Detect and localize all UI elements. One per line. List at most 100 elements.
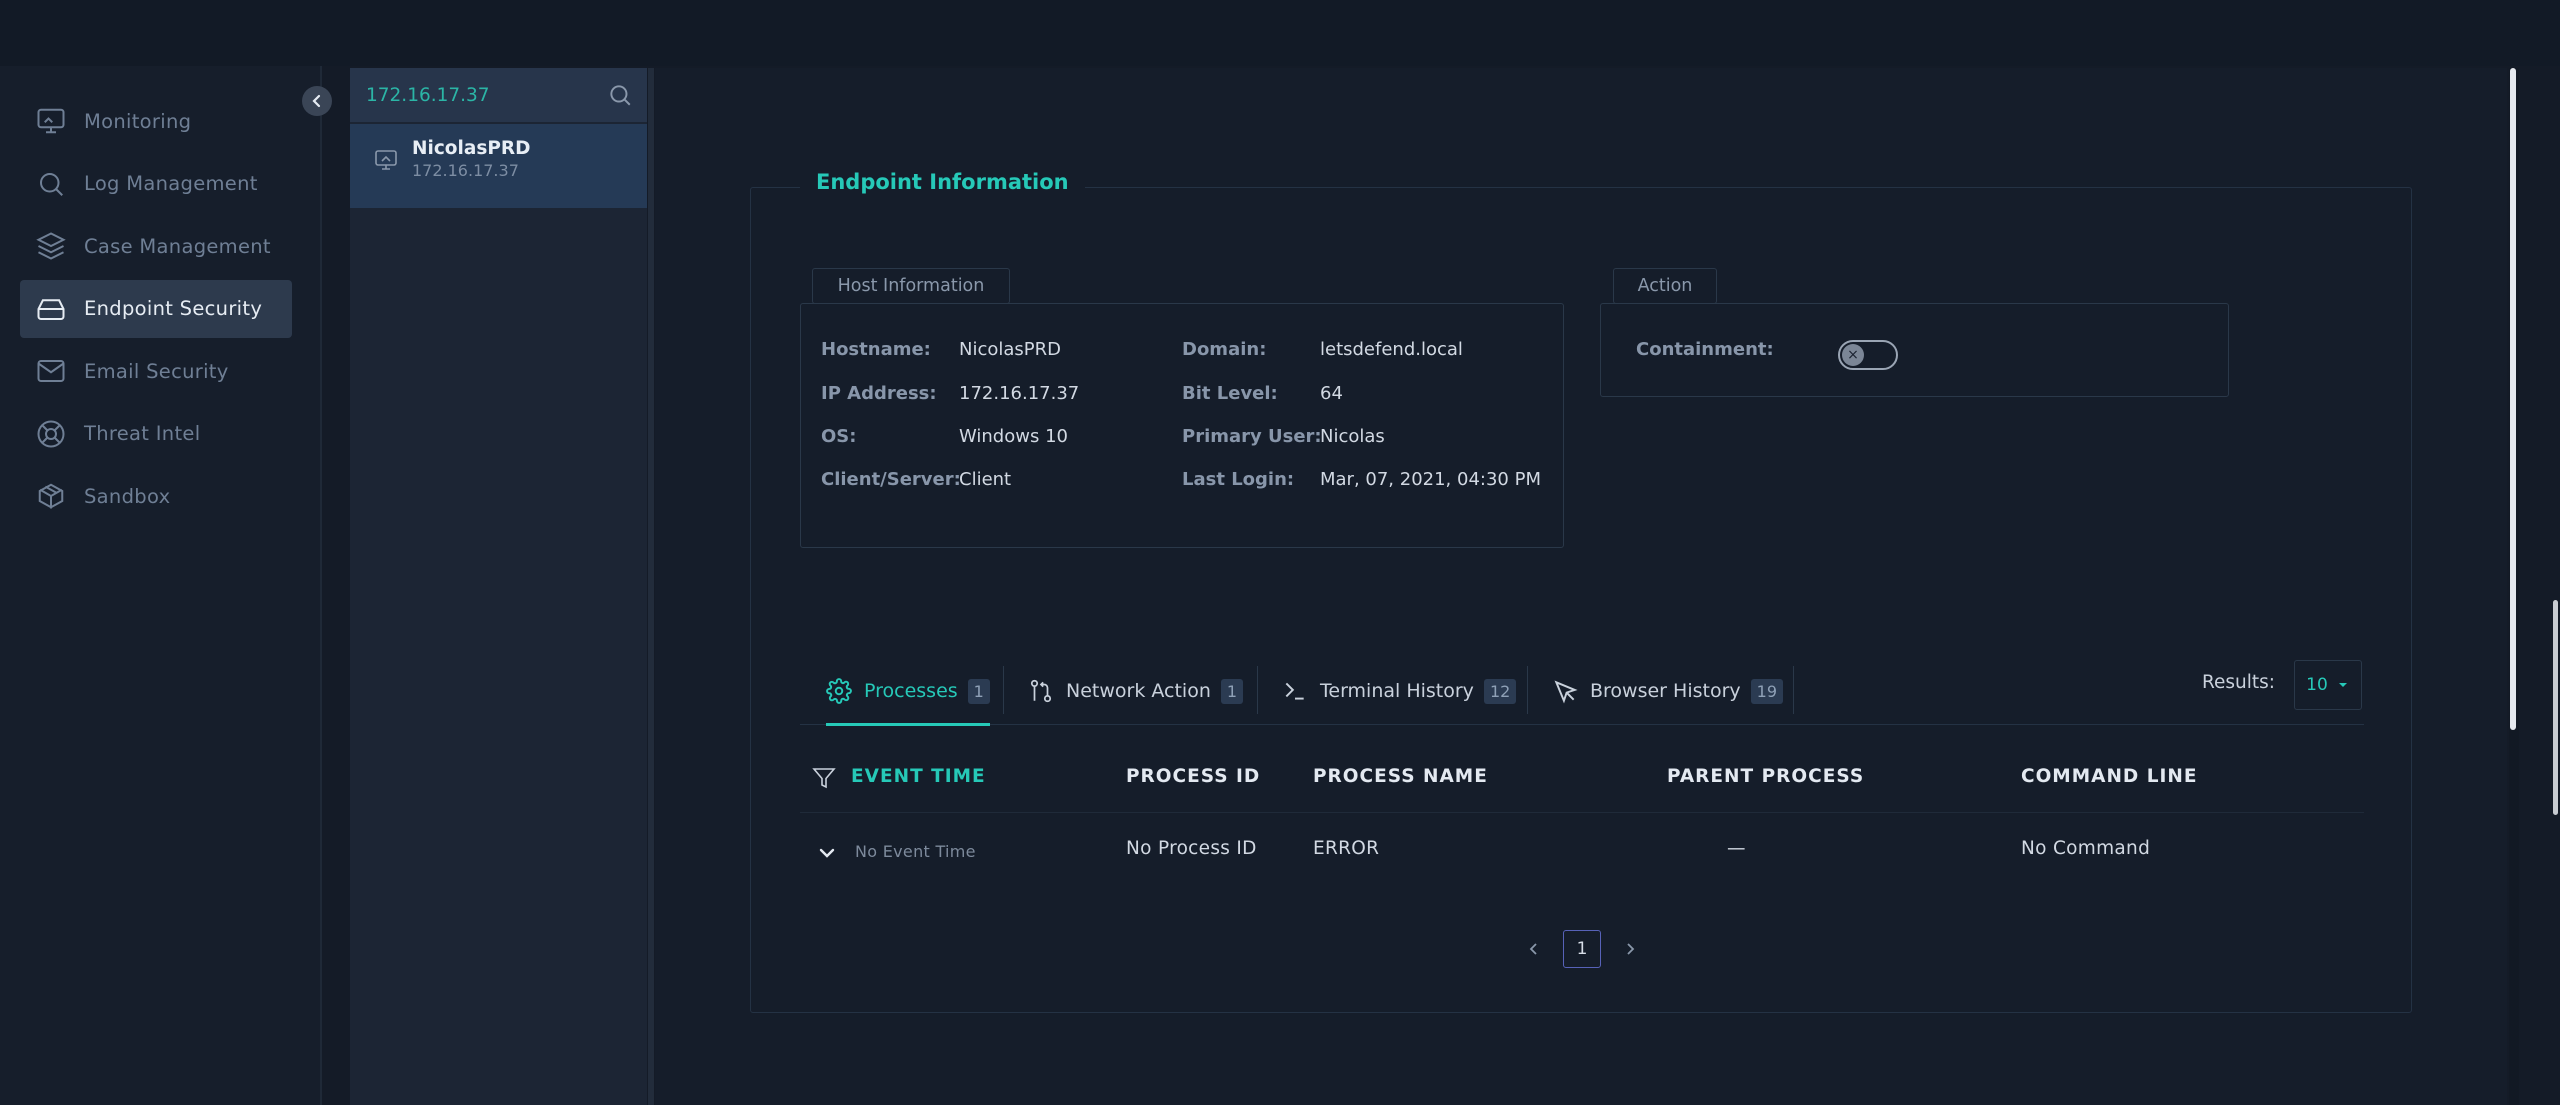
cell-command-line: No Command: [2021, 838, 2151, 859]
endpoint-information-title: Endpoint Information: [800, 170, 1085, 194]
client-server-label: Client/Server:: [821, 469, 961, 490]
sidebar-item-case-management[interactable]: Case Management: [20, 217, 292, 275]
page-scrollbar-thumb[interactable]: [2553, 600, 2558, 815]
client-server-value: Client: [959, 469, 1012, 490]
tab-processes[interactable]: Processes 1: [826, 658, 990, 726]
sidebar-nav: Monitoring Log Management Case Managemen…: [20, 92, 292, 530]
primary-user-label: Primary User:: [1182, 426, 1322, 447]
chevron-right-icon[interactable]: [1621, 940, 1639, 958]
chevron-left-icon: [312, 94, 321, 108]
results-per-page-select[interactable]: 10: [2294, 660, 2362, 710]
gear-icon: [826, 678, 852, 704]
sidebar-item-threat-intel[interactable]: Threat Intel: [20, 405, 292, 463]
host-name: NicolasPRD: [412, 138, 531, 159]
tab-label: Network Action: [1066, 680, 1211, 702]
sidebar-item-label: Threat Intel: [84, 422, 201, 445]
ip-address-value: 172.16.17.37: [959, 383, 1080, 404]
chevron-left-icon[interactable]: [1525, 940, 1543, 958]
close-icon: ×: [1842, 344, 1864, 366]
primary-user-value: Nicolas: [1320, 426, 1385, 447]
tab-divider: [1003, 666, 1004, 714]
column-header-process-id[interactable]: PROCESS ID: [1126, 766, 1260, 787]
endpoint-list-panel: NicolasPRD 172.16.17.37: [350, 68, 647, 1105]
chevron-down-icon[interactable]: [816, 842, 838, 864]
cell-process-name: ERROR: [1313, 838, 1380, 859]
tab-network-action[interactable]: Network Action 1: [1028, 658, 1244, 724]
top-bar: [0, 0, 2560, 66]
os-value: Windows 10: [959, 426, 1068, 447]
tab-divider: [1793, 666, 1794, 714]
tab-divider: [1257, 666, 1258, 714]
column-header-parent-process[interactable]: PARENT PROCESS: [1667, 766, 1864, 787]
host-information-legend: Host Information: [812, 268, 1010, 304]
git-pull-request-icon: [1030, 679, 1052, 703]
hostname-label: Hostname:: [821, 339, 931, 360]
caret-down-icon: [2338, 683, 2347, 687]
results-label: Results:: [2202, 672, 2276, 693]
sidebar-item-log-management[interactable]: Log Management: [20, 155, 292, 213]
terminal-icon: [1285, 682, 1304, 700]
sidebar-item-sandbox[interactable]: Sandbox: [20, 467, 292, 525]
cell-parent-process: —: [1727, 838, 1746, 859]
tab-label: Processes: [864, 680, 958, 702]
life-buoy-icon: [37, 420, 65, 447]
sidebar-item-label: Endpoint Security: [84, 297, 263, 320]
panel-divider[interactable]: [648, 68, 654, 1105]
host-list-item[interactable]: NicolasPRD 172.16.17.37: [350, 124, 647, 208]
search-icon: [40, 172, 63, 196]
tab-bar: Processes 1 Network Action 1 Terminal Hi…: [800, 658, 2364, 726]
hostname-value: NicolasPRD: [959, 339, 1062, 360]
column-header-event-time[interactable]: EVENT TIME: [851, 766, 986, 787]
tab-count-badge: 12: [1483, 678, 1517, 704]
header-divider: [800, 812, 2364, 813]
search-input[interactable]: [364, 83, 588, 107]
tab-terminal-history[interactable]: Terminal History 12: [1282, 658, 1517, 724]
main-scrollbar-thumb[interactable]: [2510, 68, 2516, 730]
column-header-command-line[interactable]: COMMAND LINE: [2021, 766, 2198, 787]
sidebar-item-endpoint-security[interactable]: Endpoint Security: [20, 279, 292, 338]
tab-divider: [1527, 666, 1528, 714]
tab-count-badge: 19: [1750, 678, 1783, 704]
sidebar-item-email-security[interactable]: Email Security: [20, 342, 292, 400]
last-login-value: Mar, 07, 2021, 04:30 PM: [1320, 469, 1541, 490]
tab-browser-history[interactable]: Browser History 19: [1552, 658, 1783, 724]
domain-value: letsdefend.local: [1320, 339, 1463, 360]
tab-count-badge: 1: [1220, 678, 1244, 704]
column-header-process-name[interactable]: PROCESS NAME: [1313, 766, 1488, 787]
containment-label: Containment:: [1636, 339, 1774, 360]
ip-address-label: IP Address:: [821, 383, 937, 404]
tab-count-badge: 1: [967, 678, 990, 704]
tab-label: Terminal History: [1320, 680, 1474, 702]
logo-icon: [60, 0, 100, 6]
bit-level-label: Bit Level:: [1182, 383, 1278, 404]
search-bar: [350, 68, 647, 122]
sidebar-item-label: Log Management: [84, 172, 258, 195]
os-label: OS:: [821, 426, 857, 447]
bit-level-value: 64: [1320, 383, 1343, 404]
monitor-icon: [375, 150, 397, 170]
sidebar-item-monitoring[interactable]: Monitoring: [20, 92, 292, 150]
cell-process-id: No Process ID: [1126, 838, 1257, 859]
layers-icon: [36, 232, 66, 260]
cursor-icon: [1554, 680, 1578, 704]
last-login-label: Last Login:: [1182, 469, 1295, 490]
cell-event-time: No Event Time: [855, 842, 976, 861]
sidebar-item-label: Monitoring: [84, 109, 192, 133]
domain-label: Domain:: [1182, 339, 1267, 360]
sidebar-item-label: Sandbox: [84, 484, 171, 508]
tab-label: Browser History: [1590, 680, 1741, 702]
containment-toggle[interactable]: ×: [1838, 340, 1898, 370]
box-icon: [38, 483, 64, 509]
sidebar-item-label: Email Security: [84, 359, 229, 383]
action-legend: Action: [1613, 268, 1717, 304]
monitor-icon: [37, 108, 65, 134]
pagination-page[interactable]: 1: [1563, 930, 1601, 968]
search-icon[interactable]: [607, 82, 633, 108]
hard-drive-icon: [37, 298, 65, 320]
sidebar-item-label: Case Management: [84, 234, 271, 258]
mail-icon: [37, 360, 65, 382]
host-ip: 172.16.17.37: [412, 161, 519, 180]
filter-icon[interactable]: [812, 766, 836, 790]
collapse-sidebar-button[interactable]: [302, 86, 332, 116]
results-value: 10: [2306, 675, 2328, 695]
